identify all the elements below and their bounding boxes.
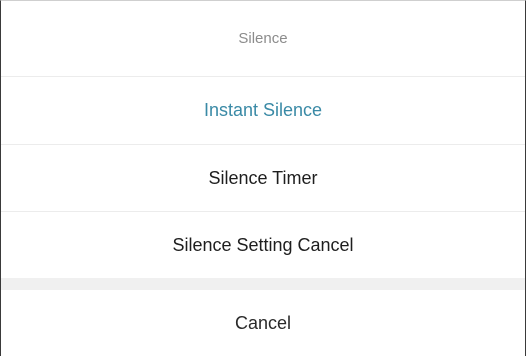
cancel-button-label: Cancel <box>234 313 292 333</box>
cancel-button[interactable]: Cancel <box>1 290 525 356</box>
silence-setting-cancel-option[interactable]: Silence Setting Cancel <box>1 212 525 278</box>
instant-silence-option[interactable]: Instant Silence <box>1 77 525 145</box>
silence-timer-option[interactable]: Silence Timer <box>1 145 525 212</box>
instant-silence-label: Instant Silence <box>203 100 323 120</box>
silence-timer-label: Silence Timer <box>208 167 318 188</box>
action-sheet-title: Silence <box>1 1 525 77</box>
silence-setting-cancel-label: Silence Setting Cancel <box>172 234 354 255</box>
action-sheet: Silence Instant Silence Silence Timer Si… <box>0 0 526 356</box>
section-separator <box>1 278 525 290</box>
